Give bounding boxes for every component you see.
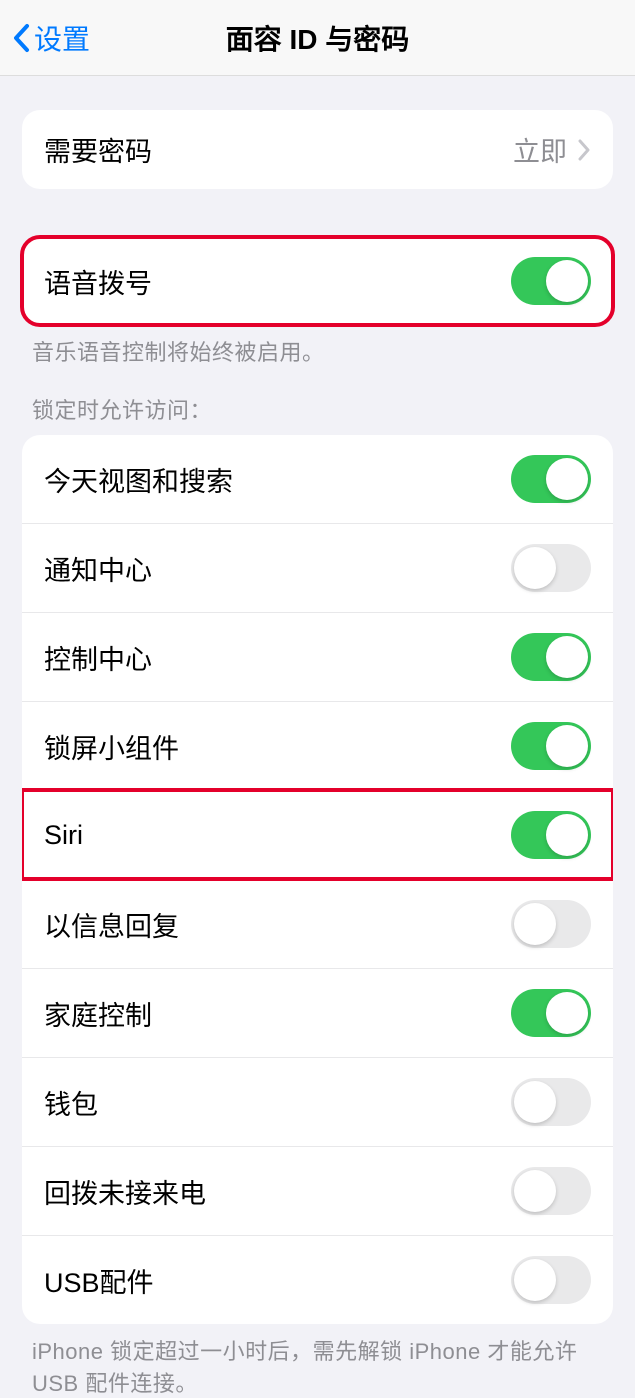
lock-access-row: 通知中心 (22, 523, 613, 612)
lock-access-row: 回拨未接来电 (22, 1146, 613, 1235)
page-title: 面容 ID 与密码 (226, 18, 410, 58)
voice-dial-row: 语音拨号 (22, 237, 613, 325)
toggle[interactable] (511, 900, 591, 948)
row-label: 控制中心 (44, 638, 152, 677)
lock-access-footer: iPhone 锁定超过一小时后，需先解锁 iPhone 才能允许 USB 配件连… (32, 1334, 603, 1398)
chevron-right-icon (577, 139, 591, 161)
require-passcode-group: 需要密码 立即 (22, 110, 613, 189)
back-label: 设置 (34, 18, 90, 58)
lock-access-row: 家庭控制 (22, 968, 613, 1057)
navbar: 设置 面容 ID 与密码 (0, 0, 635, 76)
chevron-left-icon (12, 23, 30, 53)
lock-access-row: Siri (22, 790, 613, 879)
toggle[interactable] (511, 811, 591, 859)
lock-access-row: 今天视图和搜索 (22, 435, 613, 523)
lock-access-row: USB配件 (22, 1235, 613, 1324)
toggle[interactable] (511, 722, 591, 770)
toggle[interactable] (511, 1167, 591, 1215)
toggle[interactable] (511, 455, 591, 503)
require-passcode-value: 立即 (513, 130, 591, 169)
require-passcode-row[interactable]: 需要密码 立即 (22, 110, 613, 189)
row-label: 通知中心 (44, 549, 152, 588)
lock-access-row: 锁屏小组件 (22, 701, 613, 790)
row-label: 锁屏小组件 (44, 727, 179, 766)
toggle[interactable] (511, 989, 591, 1037)
lock-access-header: 锁定时允许访问： (32, 393, 603, 425)
toggle[interactable] (511, 1256, 591, 1304)
row-label: Siri (44, 820, 83, 851)
row-label: 钱包 (44, 1083, 98, 1122)
row-label: 家庭控制 (44, 994, 152, 1033)
back-button[interactable]: 设置 (0, 18, 90, 58)
row-label: 以信息回复 (44, 905, 179, 944)
toggle[interactable] (511, 544, 591, 592)
lock-access-row: 以信息回复 (22, 879, 613, 968)
voice-dial-toggle[interactable] (511, 257, 591, 305)
row-label: USB配件 (44, 1261, 154, 1300)
toggle[interactable] (511, 633, 591, 681)
row-label: 回拨未接来电 (44, 1172, 206, 1211)
lock-access-row: 控制中心 (22, 612, 613, 701)
row-label: 今天视图和搜索 (44, 460, 233, 499)
lock-access-row: 钱包 (22, 1057, 613, 1146)
lock-access-group: 今天视图和搜索通知中心控制中心锁屏小组件 Siri 以信息回复家庭控制钱包回拨未接来… (22, 435, 613, 1324)
toggle[interactable] (511, 1078, 591, 1126)
require-passcode-label: 需要密码 (44, 130, 152, 169)
voice-dial-footer: 音乐语音控制将始终被启用。 (32, 335, 603, 367)
voice-dial-label: 语音拨号 (44, 262, 152, 301)
voice-dial-group: 语音拨号 (22, 237, 613, 325)
